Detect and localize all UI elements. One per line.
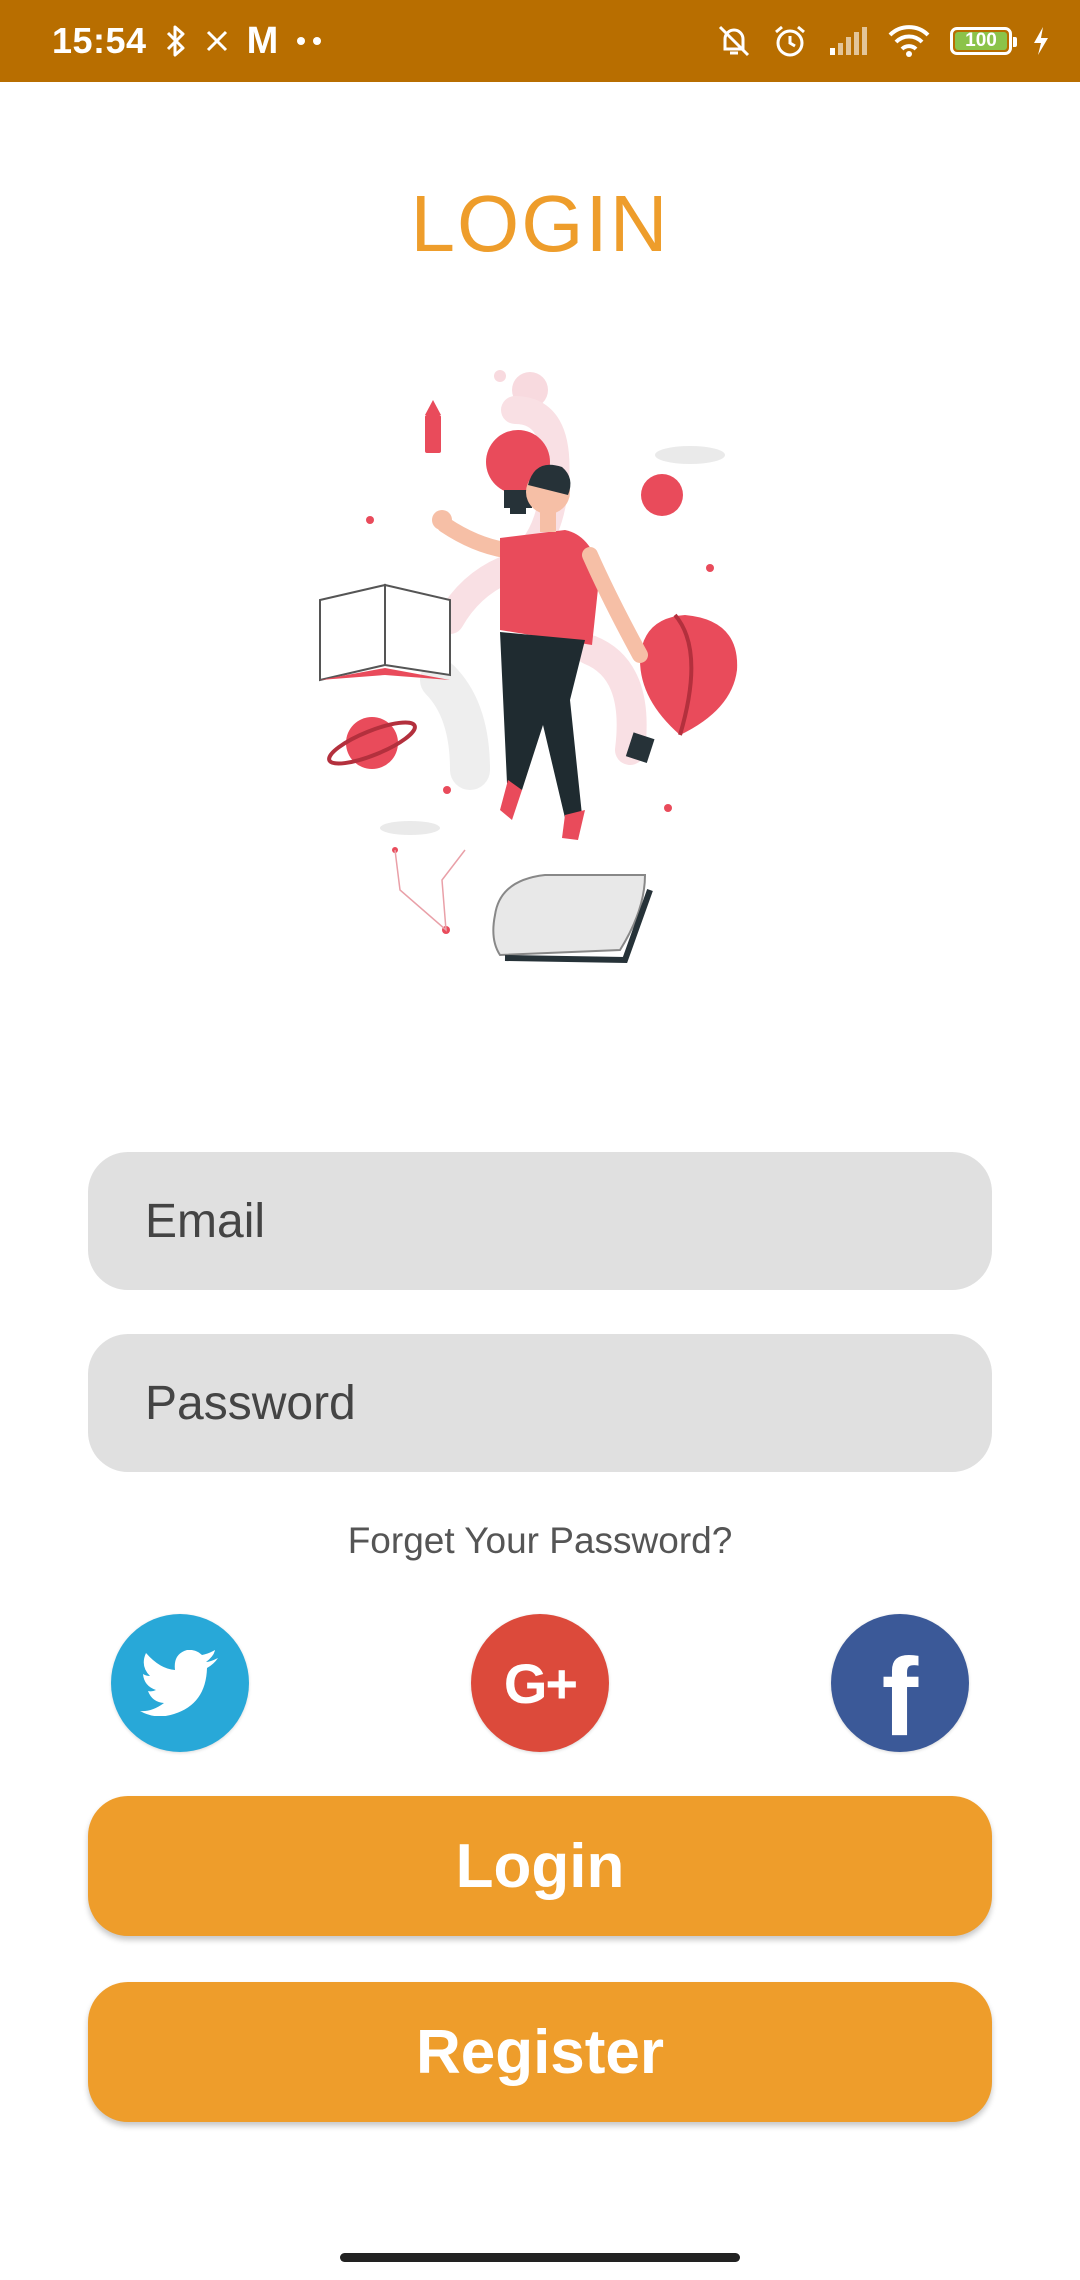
google-plus-icon: G+: [503, 1651, 578, 1715]
battery-level-text: 100: [965, 30, 997, 51]
status-time: 15:54: [52, 20, 147, 61]
battery-icon: 100: [950, 27, 1017, 55]
signal-icon: [828, 26, 868, 56]
login-illustration: [319, 370, 738, 964]
wifi-icon: [888, 25, 930, 57]
facebook-icon: f: [881, 1635, 919, 1759]
twitter-icon: [140, 1650, 218, 1716]
password-field[interactable]: [88, 1334, 992, 1472]
charging-icon: [1032, 26, 1050, 56]
close-icon: [205, 29, 229, 53]
status-bar: 15:54 M 100: [0, 0, 1080, 82]
register-button[interactable]: Register: [88, 1982, 992, 2122]
password-input[interactable]: [143, 1374, 992, 1432]
twitter-login-button[interactable]: [111, 1614, 249, 1752]
open-book-icon: [319, 583, 451, 682]
gmail-icon: M: [246, 20, 279, 62]
alarm-icon: [772, 23, 808, 59]
status-bar-left: 15:54 M: [52, 0, 322, 82]
pencil-icon: [425, 400, 441, 453]
email-field[interactable]: [88, 1152, 992, 1290]
google-plus-login-button[interactable]: G+: [471, 1614, 609, 1752]
facebook-login-button[interactable]: f: [831, 1614, 969, 1759]
more-dots-icon: [296, 36, 322, 46]
status-bar-right: 100: [716, 0, 1050, 82]
red-ball-icon: [641, 474, 683, 516]
bluetooth-icon: [165, 24, 187, 58]
forgot-password-link[interactable]: Forget Your Password?: [0, 1520, 1080, 1562]
muted-bell-icon: [716, 23, 752, 59]
login-button[interactable]: Login: [88, 1796, 992, 1936]
hot-air-balloon-icon: [625, 613, 738, 763]
home-indicator[interactable]: [340, 2253, 740, 2262]
shoe-icon: [492, 874, 653, 964]
page-title: LOGIN: [410, 179, 670, 268]
constellation-lines: [394, 849, 466, 932]
planet-icon: [327, 717, 417, 769]
email-input[interactable]: [143, 1192, 992, 1250]
